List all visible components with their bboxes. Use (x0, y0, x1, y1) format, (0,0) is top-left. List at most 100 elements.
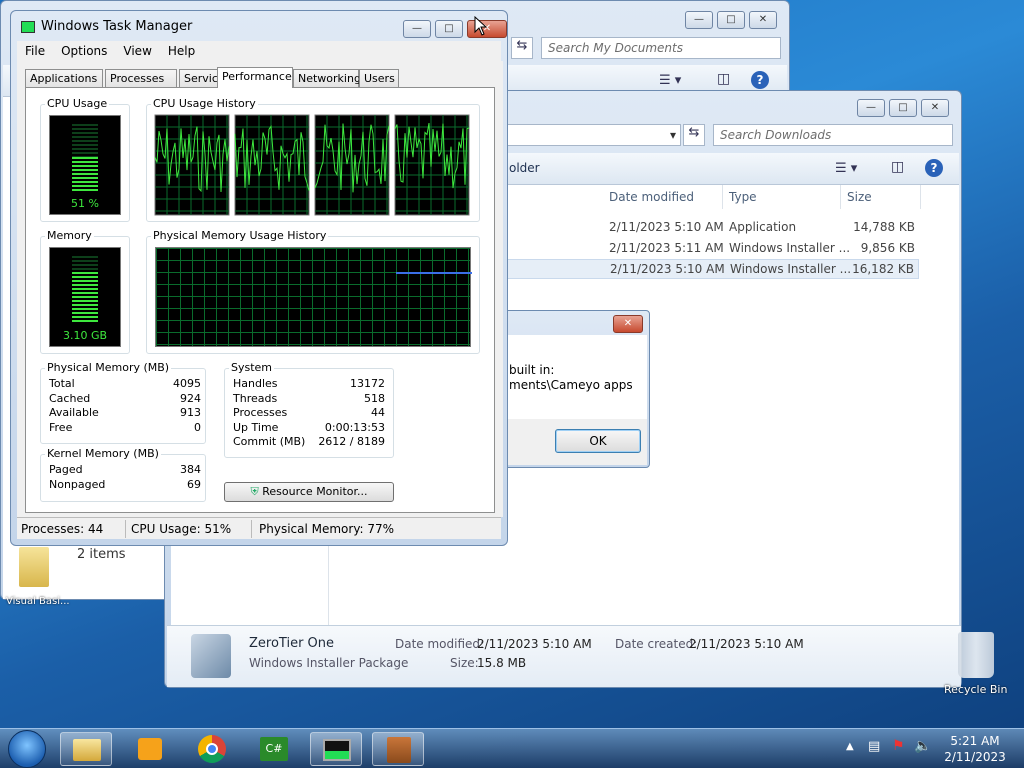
taskbar-media-player[interactable] (124, 732, 176, 766)
stat-row: Nonpaged 69 (49, 478, 201, 493)
menu-help[interactable]: Help (160, 41, 203, 61)
stat-label: Up Time (233, 420, 279, 434)
maximize-button[interactable]: □ (717, 11, 745, 29)
menu-file[interactable]: File (17, 41, 53, 61)
stat-value: 0:00:13:53 (324, 420, 385, 434)
address-bar[interactable]: ▾ (505, 124, 681, 146)
task-manager-icon (323, 739, 351, 761)
memory-group: Memory 3.10 GB (40, 229, 130, 354)
cpu-core-graph (394, 114, 470, 216)
new-folder-button[interactable]: older (509, 161, 540, 175)
minimize-button[interactable]: — (403, 20, 431, 38)
cpu-meter: 51 % (49, 115, 121, 215)
memory-history-graph (155, 247, 472, 347)
stat-value: 2612 / 8189 (318, 435, 385, 448)
stat-value: 44 (371, 406, 385, 419)
stat-value: 924 (180, 391, 201, 405)
cell-date: 2/11/2023 5:10 AM (610, 262, 725, 276)
tab-performance[interactable]: Performance (217, 67, 293, 88)
stat-label: Commit (MB) (233, 435, 306, 448)
taskbar-explorer[interactable] (60, 732, 112, 766)
views-icon[interactable]: ☰ ▾ (659, 73, 681, 88)
cell-date: 2/11/2023 5:10 AM (609, 220, 724, 234)
clock[interactable]: 5:21 AM 2/11/2023 (940, 733, 1010, 765)
memory-meter-track (72, 256, 98, 324)
preview-pane-icon[interactable]: ◫ (717, 71, 730, 87)
close-button[interactable]: ✕ (921, 99, 949, 117)
tab-applications[interactable]: Applications (25, 69, 103, 87)
help-icon[interactable]: ? (925, 159, 943, 177)
physical-memory-group: Physical Memory (MB) Total 4095 Cached 924… (40, 361, 206, 444)
preview-pane-icon[interactable]: ◫ (891, 159, 904, 175)
message-dialog[interactable]: ✕ built in: ments\Cameyo apps OK (498, 310, 650, 468)
taskbar-csharp-editor[interactable]: C# (248, 732, 300, 766)
cpu-history-group: CPU Usage History (146, 97, 480, 222)
cell-type: Windows Installer ... (730, 262, 852, 276)
network-icon[interactable]: ▤ (868, 739, 880, 754)
taskbar-task-manager[interactable] (310, 732, 362, 766)
size-value: 15.8 MB (477, 656, 527, 670)
stat-row: Processes 44 (233, 406, 385, 421)
stat-label: Nonpaged (49, 477, 106, 491)
items-count: 2 items (77, 547, 126, 562)
clock-time: 5:21 AM (950, 734, 1000, 748)
tab-users[interactable]: Users (359, 69, 399, 87)
minimize-button[interactable]: — (685, 11, 713, 29)
status-memory: Physical Memory: 77% (259, 522, 395, 536)
task-manager-window[interactable]: Windows Task Manager — □ ✕ File Options Vi… (10, 10, 508, 546)
stat-label: Paged (49, 463, 83, 476)
close-button[interactable]: ✕ (749, 11, 777, 29)
date-created-value: 2/11/2023 5:10 AM (689, 637, 804, 651)
menu-view[interactable]: View (115, 41, 159, 61)
status-cpu: CPU Usage: 51% (131, 522, 232, 536)
tab-processes[interactable]: Processes (105, 69, 177, 87)
chevron-down-icon[interactable]: ▾ (670, 125, 676, 145)
desktop-item-label[interactable]: Visual Basi... (6, 596, 70, 607)
recycle-bin-icon[interactable] (958, 632, 994, 678)
cell-size: 9,856 KB (860, 241, 915, 255)
tab-networking[interactable]: Networking (293, 69, 361, 87)
recycle-bin-label[interactable]: Recycle Bin (944, 683, 1007, 696)
chrome-icon (198, 735, 226, 763)
column-type[interactable]: Type (723, 185, 841, 209)
refresh-icon[interactable]: ⇆ (683, 124, 705, 146)
column-size[interactable]: Size (841, 185, 921, 209)
search-my-documents-input[interactable]: Search My Documents (541, 37, 781, 59)
installer-icon (191, 634, 231, 678)
help-icon[interactable]: ? (751, 71, 769, 89)
cell-date: 2/11/2023 5:11 AM (609, 241, 724, 255)
status-divider (251, 520, 252, 538)
taskbar-installer[interactable] (372, 732, 424, 766)
date-modified-label: Date modified: (395, 637, 485, 651)
memory-meter-value: 3.10 GB (62, 329, 108, 342)
action-center-icon[interactable]: ⚑ (892, 738, 905, 754)
column-date-modified[interactable]: Date modified (603, 185, 723, 209)
stat-row: Available 913 (49, 406, 201, 421)
folder-icon (73, 739, 101, 761)
views-icon[interactable]: ☰ ▾ (835, 161, 857, 176)
volume-icon[interactable]: 🔈 (914, 738, 931, 754)
maximize-button[interactable]: □ (435, 20, 463, 38)
status-processes: Processes: 44 (21, 522, 104, 536)
stat-row: Cached 924 (49, 392, 201, 407)
show-hidden-icons[interactable]: ▲ (846, 741, 854, 752)
cpu-usage-label: CPU Usage (45, 97, 110, 110)
menu-options[interactable]: Options (53, 41, 115, 61)
close-button[interactable]: ✕ (613, 315, 643, 333)
shield-icon: ⛨ (250, 485, 259, 498)
cpu-meter-value: 51 % (71, 197, 99, 210)
taskbar-chrome[interactable] (186, 732, 238, 766)
maximize-button[interactable]: □ (889, 99, 917, 117)
stat-row: Commit (MB) 2612 / 8189 (233, 435, 385, 450)
stat-label: Free (49, 420, 73, 434)
refresh-icon[interactable]: ⇆ (511, 37, 533, 59)
ok-button[interactable]: OK (555, 429, 641, 453)
search-downloads-input[interactable]: Search Downloads (713, 124, 953, 146)
stat-label: Handles (233, 377, 278, 390)
cell-size: 14,788 KB (853, 220, 915, 234)
start-button[interactable] (8, 730, 46, 768)
stat-value: 384 (180, 463, 201, 476)
status-divider (125, 520, 126, 538)
minimize-button[interactable]: — (857, 99, 885, 117)
resource-monitor-button[interactable]: ⛨ Resource Monitor... (224, 482, 394, 502)
